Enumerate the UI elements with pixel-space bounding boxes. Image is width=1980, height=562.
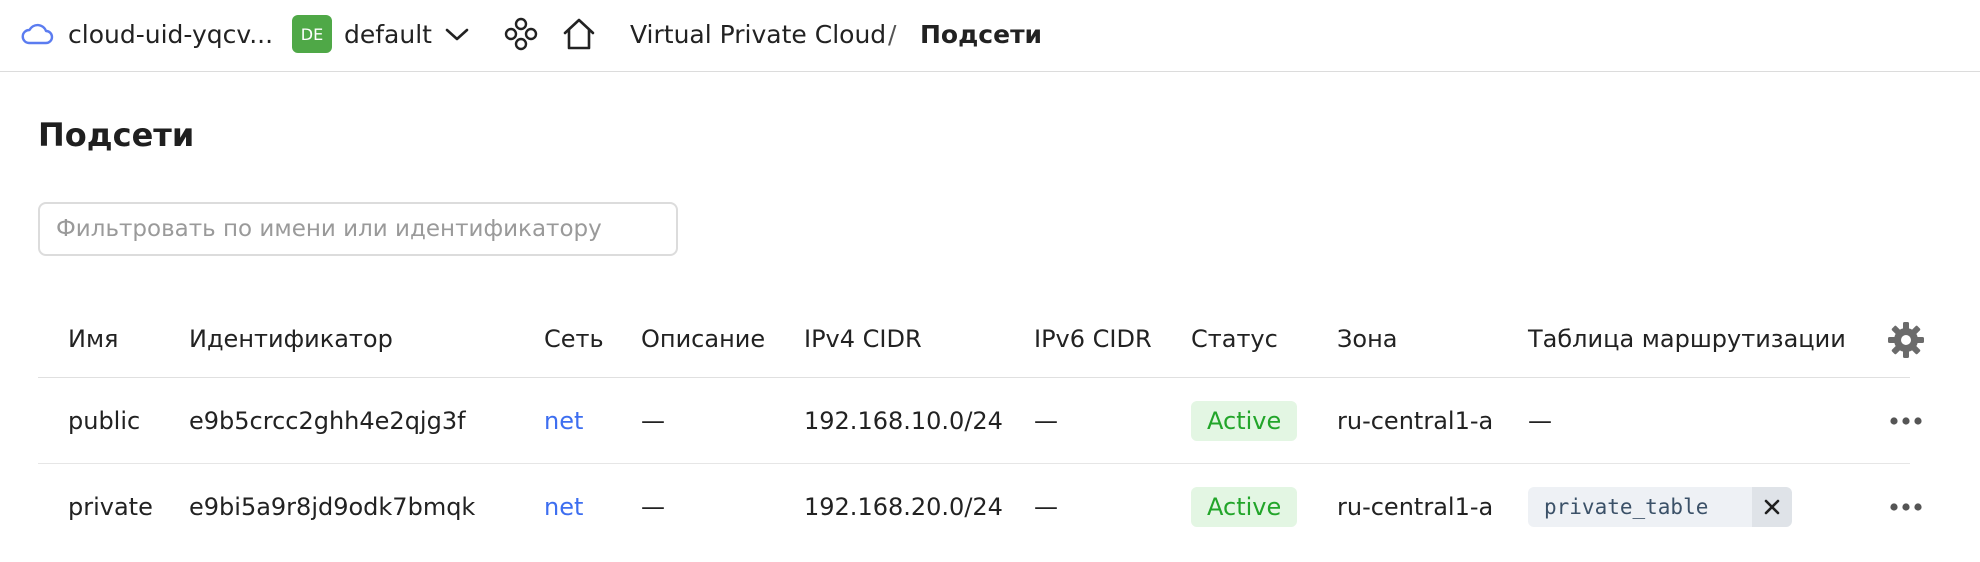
route-table-chip[interactable]: private_table	[1528, 487, 1793, 527]
cell-description: —	[641, 407, 665, 435]
column-header-zone[interactable]: Зона	[1337, 316, 1397, 362]
cell-ipv4: 192.168.10.0/24	[804, 407, 1003, 435]
folder-name[interactable]: default	[344, 14, 432, 54]
status-badge: Active	[1191, 401, 1298, 441]
cell-name[interactable]: public	[68, 378, 140, 464]
column-header-route-table[interactable]: Таблица маршрутизации	[1528, 316, 1846, 362]
services-icon[interactable]	[503, 14, 539, 54]
cell-name[interactable]: private	[68, 464, 153, 550]
table-row[interactable]: public e9b5crcc2ghh4e2qjg3f net — 192.16…	[38, 378, 1922, 464]
cell-ipv6: —	[1034, 407, 1058, 435]
gear-icon[interactable]	[1886, 320, 1926, 360]
status-badge: Active	[1191, 487, 1298, 527]
table-header: Имя Идентификатор Сеть Описание IPv4 CID…	[38, 316, 1924, 378]
folder-badge[interactable]: DE	[292, 15, 332, 53]
filter-input[interactable]	[38, 202, 678, 256]
cell-network-link[interactable]: net	[544, 378, 583, 464]
cell-ipv4: 192.168.20.0/24	[804, 493, 1003, 521]
cell-network-link[interactable]: net	[544, 464, 583, 550]
cell-id: e9b5crcc2ghh4e2qjg3f	[189, 407, 466, 435]
cloud-icon[interactable]	[20, 14, 54, 54]
cell-description: —	[641, 493, 665, 521]
cell-zone: ru-central1-a	[1337, 407, 1494, 435]
breadcrumb-separator: /	[888, 19, 897, 49]
more-icon[interactable]	[1886, 494, 1926, 520]
table-row[interactable]: private e9bi5a9r8jd9odk7bmqk net — 192.1…	[38, 464, 1922, 550]
column-header-ipv4[interactable]: IPv4 CIDR	[804, 316, 922, 362]
breadcrumb-current: Подсети	[920, 19, 1043, 49]
cell-id: e9bi5a9r8jd9odk7bmqk	[189, 493, 476, 521]
column-header-name[interactable]: Имя	[68, 316, 119, 362]
cell-route-table: —	[1528, 407, 1552, 435]
cloud-name[interactable]: cloud-uid-yqcv...	[68, 14, 273, 54]
cell-zone: ru-central1-a	[1337, 493, 1494, 521]
top-bar: cloud-uid-yqcv... DE default Virtual Pri…	[0, 0, 1980, 72]
home-icon[interactable]	[561, 14, 597, 54]
column-header-ipv6[interactable]: IPv6 CIDR	[1034, 316, 1152, 362]
more-icon[interactable]	[1886, 408, 1926, 434]
column-header-id[interactable]: Идентификатор	[189, 316, 393, 362]
column-header-network[interactable]: Сеть	[544, 316, 604, 362]
chevron-down-icon[interactable]	[444, 14, 470, 54]
page-title: Подсети	[38, 116, 195, 154]
cell-ipv6: —	[1034, 493, 1058, 521]
breadcrumb-service[interactable]: Virtual Private Cloud	[630, 14, 886, 54]
close-icon[interactable]	[1752, 487, 1793, 527]
column-header-description[interactable]: Описание	[641, 316, 765, 362]
route-table-chip-label[interactable]: private_table	[1528, 487, 1753, 527]
column-header-status[interactable]: Статус	[1191, 316, 1278, 362]
